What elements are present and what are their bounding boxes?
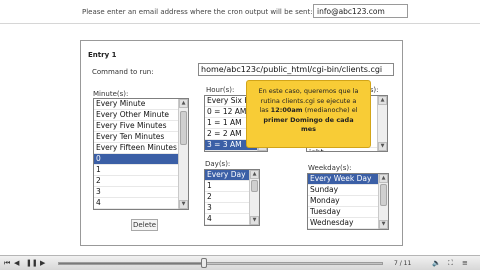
progress-knob[interactable] <box>201 258 208 268</box>
days-option[interactable]: 3 <box>205 203 249 214</box>
minutes-option[interactable]: Every Minute <box>94 99 178 110</box>
email-input[interactable] <box>313 4 408 18</box>
tooltip-line: las 12:00am (medianoche) el <box>252 106 365 116</box>
command-label: Command to run: <box>92 68 154 76</box>
volume-icon[interactable]: 🔈 <box>432 259 441 268</box>
delete-button[interactable]: Delete <box>131 219 158 231</box>
tooltip-line: primer Domingo de cada <box>252 116 365 126</box>
days-listbox[interactable]: Every Day 1 2 3 4 ▲ ▼ <box>204 169 260 226</box>
menu-icon[interactable]: ≡ <box>462 259 468 268</box>
minutes-scrollbar[interactable]: ▲ ▼ <box>178 99 188 209</box>
minutes-option[interactable]: Every Five Minutes <box>94 121 178 132</box>
tooltip-line: rutina clients.cgi se ejecute a <box>260 96 357 105</box>
scroll-thumb[interactable] <box>180 111 187 145</box>
step-back-icon[interactable]: ◀ <box>14 259 19 268</box>
weekdays-scrollbar[interactable]: ▲ ▼ <box>378 174 388 229</box>
days-options: Every Day 1 2 3 4 <box>205 170 249 225</box>
weekdays-option[interactable]: Wednesday <box>308 218 378 229</box>
tooltip-emphasis: primer Domingo de cada <box>263 115 354 124</box>
minutes-option[interactable]: Every Other Minute <box>94 110 178 121</box>
step-forward-icon[interactable]: ▶ <box>40 259 45 268</box>
top-divider <box>0 23 480 24</box>
weekdays-options: Every Week Day Sunday Monday Tuesday Wednesd… <box>308 174 378 229</box>
weekdays-option[interactable]: Sunday <box>308 185 378 196</box>
days-label: Day(s): <box>205 160 231 168</box>
minutes-option[interactable]: 2 <box>94 176 178 187</box>
video-player-bar: ⏮ ◀ ❚❚ ▶ 7 / 11 🔈 ⛶ ≡ <box>0 255 480 270</box>
progress-fill <box>59 263 206 264</box>
weekdays-listbox[interactable]: Every Week Day Sunday Monday Tuesday Wednesd… <box>307 173 389 230</box>
tooltip-time: 12:00am <box>270 106 303 114</box>
scroll-down-icon[interactable]: ▼ <box>379 220 388 229</box>
month-scrollbar[interactable]: ▲ ▼ <box>377 96 387 151</box>
fullscreen-icon[interactable]: ⛶ <box>448 259 453 268</box>
scroll-down-icon[interactable]: ▼ <box>179 200 188 209</box>
scroll-thumb[interactable] <box>380 184 387 206</box>
tooltip-text: las <box>259 106 271 114</box>
minutes-option[interactable]: 1 <box>94 165 178 176</box>
pause-icon[interactable]: ❚❚ <box>26 259 38 268</box>
scroll-up-icon[interactable]: ▲ <box>250 170 259 179</box>
tooltip-line: En este caso, queremos que la <box>258 87 359 95</box>
scroll-thumb[interactable] <box>251 180 258 192</box>
minutes-label: Minute(s): <box>93 90 129 98</box>
weekdays-label: Weekday(s): <box>308 164 352 172</box>
scroll-up-icon[interactable]: ▲ <box>179 99 188 108</box>
days-option[interactable]: 2 <box>205 192 249 203</box>
command-input[interactable]: home/abc123c/public_html/cgi-bin/clients… <box>198 63 394 76</box>
page-counter: 7 / 11 <box>394 260 412 267</box>
scroll-up-icon[interactable]: ▲ <box>378 96 387 105</box>
minutes-option[interactable]: 0 <box>94 154 178 165</box>
list-item[interactable]: ight <box>307 148 377 151</box>
weekdays-option[interactable]: Monday <box>308 196 378 207</box>
hours-label: Hour(s): <box>206 86 235 94</box>
days-option[interactable]: Every Day <box>205 170 249 181</box>
minutes-option[interactable]: Every Ten Minutes <box>94 132 178 143</box>
scroll-down-icon[interactable]: ▼ <box>250 216 259 225</box>
annotation-tooltip: En este caso, queremos que la rutina cli… <box>246 80 371 148</box>
progress-track[interactable] <box>58 262 383 265</box>
minutes-listbox[interactable]: Every Minute Every Other Minute Every Five… <box>93 98 189 210</box>
weekdays-option[interactable]: Tuesday <box>308 207 378 218</box>
minutes-option[interactable]: 3 <box>94 187 178 198</box>
scroll-up-icon[interactable]: ▲ <box>379 174 388 183</box>
days-scrollbar[interactable]: ▲ ▼ <box>249 170 259 225</box>
email-prompt: Please enter an email address where the … <box>82 8 313 16</box>
days-option[interactable]: 1 <box>205 181 249 192</box>
minutes-options: Every Minute Every Other Minute Every Five… <box>94 99 178 209</box>
tooltip-emphasis: mes <box>300 125 317 133</box>
tooltip-line: mes <box>252 125 365 135</box>
entry-title: Entry 1 <box>88 51 117 59</box>
scroll-down-icon[interactable]: ▼ <box>378 142 387 151</box>
minutes-option[interactable]: Every Fifteen Minutes <box>94 143 178 154</box>
weekdays-option[interactable]: Every Week Day <box>308 174 378 185</box>
rewind-icon[interactable]: ⏮ <box>4 259 10 268</box>
minutes-option[interactable]: 4 <box>94 198 178 209</box>
tooltip-text: (medianoche) el <box>302 106 358 114</box>
days-option[interactable]: 4 <box>205 214 249 225</box>
